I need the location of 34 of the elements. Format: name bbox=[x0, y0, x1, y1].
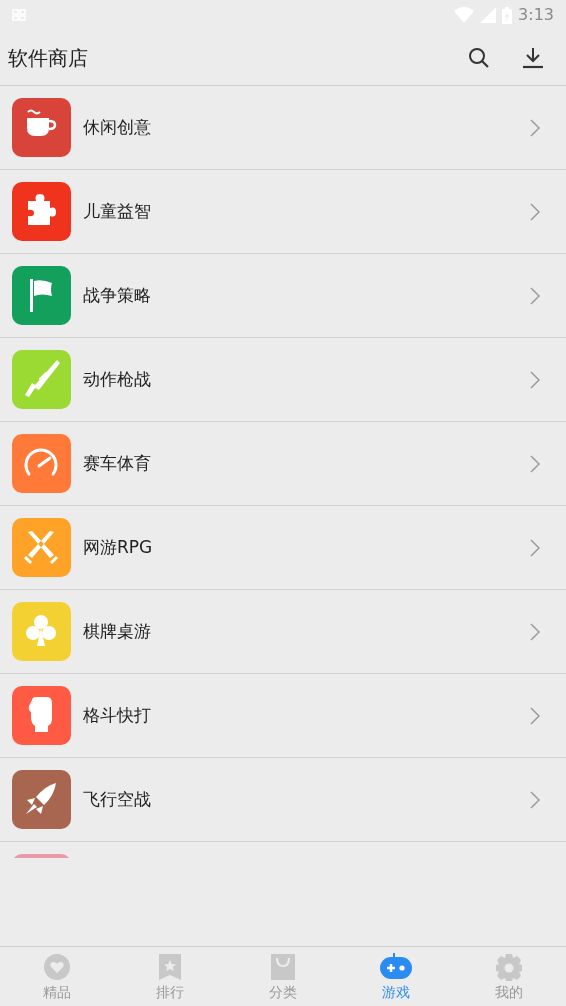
shopping-bag-icon bbox=[269, 953, 297, 981]
category-label: 网游RPG bbox=[83, 535, 154, 559]
category-label: 棋牌桌游 bbox=[83, 619, 152, 643]
category-row[interactable]: 格斗快打 bbox=[0, 674, 566, 758]
category-label: 战争策略 bbox=[83, 283, 152, 307]
category-label: 格斗快打 bbox=[83, 703, 152, 727]
chevron-right-icon bbox=[530, 622, 540, 641]
chevron-right-icon bbox=[530, 202, 540, 221]
category-label: 儿童益智 bbox=[83, 199, 152, 223]
category-row[interactable]: 儿童益智 bbox=[0, 170, 566, 254]
category-label: 休闲创意 bbox=[83, 115, 152, 139]
chevron-right-icon bbox=[530, 790, 540, 809]
category-row[interactable]: 战争策略 bbox=[0, 254, 566, 338]
search-icon bbox=[468, 46, 490, 69]
chevron-right-icon bbox=[530, 370, 540, 389]
category-row[interactable]: 休闲创意 bbox=[0, 86, 566, 170]
download-icon bbox=[522, 46, 544, 69]
app-title: 软件商店 bbox=[8, 44, 89, 72]
category-label: 赛车体育 bbox=[83, 451, 152, 475]
category-row[interactable]: 棋牌桌游 bbox=[0, 590, 566, 674]
category-label: 飞行空战 bbox=[83, 787, 152, 811]
chevron-right-icon bbox=[530, 538, 540, 557]
category-row[interactable]: 飞行空战 bbox=[0, 758, 566, 842]
chevron-right-icon bbox=[530, 286, 540, 305]
chevron-right-icon bbox=[530, 118, 540, 137]
category-row[interactable]: 赛车体育 bbox=[0, 422, 566, 506]
category-row[interactable]: 动作枪战 bbox=[0, 338, 566, 422]
chevron-right-icon bbox=[530, 706, 540, 725]
category-label: 动作枪战 bbox=[83, 367, 152, 391]
category-row[interactable]: 网游RPG bbox=[0, 506, 566, 590]
chevron-right-icon bbox=[530, 454, 540, 473]
status-time: 3:13 bbox=[518, 4, 554, 26]
settings-icon bbox=[495, 953, 524, 981]
gamepad-icon bbox=[380, 953, 413, 981]
